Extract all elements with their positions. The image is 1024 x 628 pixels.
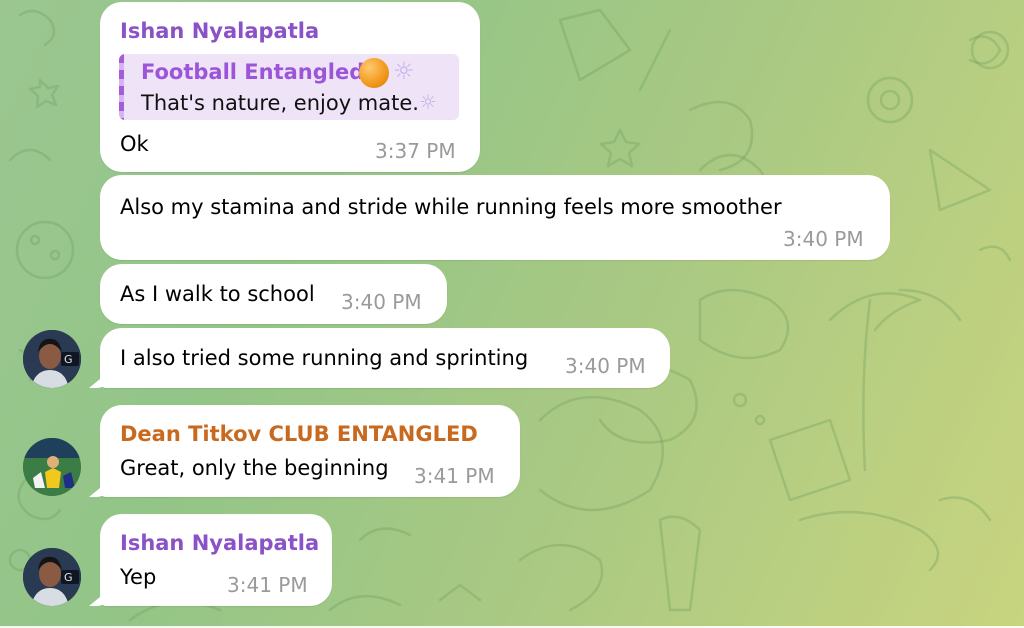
reply-accent-bar <box>119 54 124 120</box>
message-time: 3:37 PM <box>375 139 456 163</box>
reply-sender-name: Football Entangled <box>141 60 365 84</box>
sun-pattern-icon: ☼ <box>419 90 437 114</box>
sun-pattern-icon: ☼ <box>393 57 415 85</box>
message-bubble[interactable]: Also my stamina and stride while running… <box>100 175 890 260</box>
avatar[interactable]: G <box>23 330 81 388</box>
message-time: 3:41 PM <box>227 573 308 597</box>
message-text: Yep <box>120 565 157 589</box>
sender-name: Ishan Nyalapatla <box>120 531 320 555</box>
message-text: As I walk to school <box>120 282 315 306</box>
message-bubble[interactable]: Ishan Nyalapatla Yep 3:41 PM <box>100 514 332 606</box>
message-text: Also my stamina and stride while running… <box>120 195 782 219</box>
orange-ball-emoji-icon <box>359 58 389 88</box>
message-bubble[interactable]: Ishan Nyalapatla Football Entangled ☼ ☼ … <box>100 2 480 172</box>
svg-text:G: G <box>64 571 73 584</box>
message-text: I also tried some running and sprinting <box>120 346 529 370</box>
message-time: 3:41 PM <box>414 464 495 488</box>
message-time: 3:40 PM <box>783 227 864 251</box>
reply-text: That's nature, enjoy mate. <box>141 91 419 115</box>
message-time: 3:40 PM <box>565 354 646 378</box>
user-photo-icon: G <box>23 330 81 388</box>
user-photo-icon: G <box>23 548 81 606</box>
sender-name: Ishan Nyalapatla <box>120 19 320 43</box>
message-bubble[interactable]: I also tried some running and sprinting … <box>100 328 670 388</box>
sender-name: Dean Titkov CLUB ENTANGLED <box>120 422 478 446</box>
message-bubble[interactable]: Dean Titkov CLUB ENTANGLED Great, only t… <box>100 405 520 497</box>
user-photo-icon <box>23 438 81 496</box>
message-text: Ok <box>120 132 149 156</box>
message-text: Great, only the beginning <box>120 456 389 480</box>
avatar[interactable] <box>23 438 81 496</box>
message-bubble[interactable]: As I walk to school 3:40 PM <box>100 264 447 324</box>
reply-quote[interactable]: Football Entangled ☼ ☼ That's nature, en… <box>119 54 459 120</box>
svg-text:G: G <box>64 353 73 366</box>
message-time: 3:40 PM <box>341 290 422 314</box>
message-list: Ishan Nyalapatla Football Entangled ☼ ☼ … <box>0 0 1024 628</box>
avatar[interactable]: G <box>23 548 81 606</box>
